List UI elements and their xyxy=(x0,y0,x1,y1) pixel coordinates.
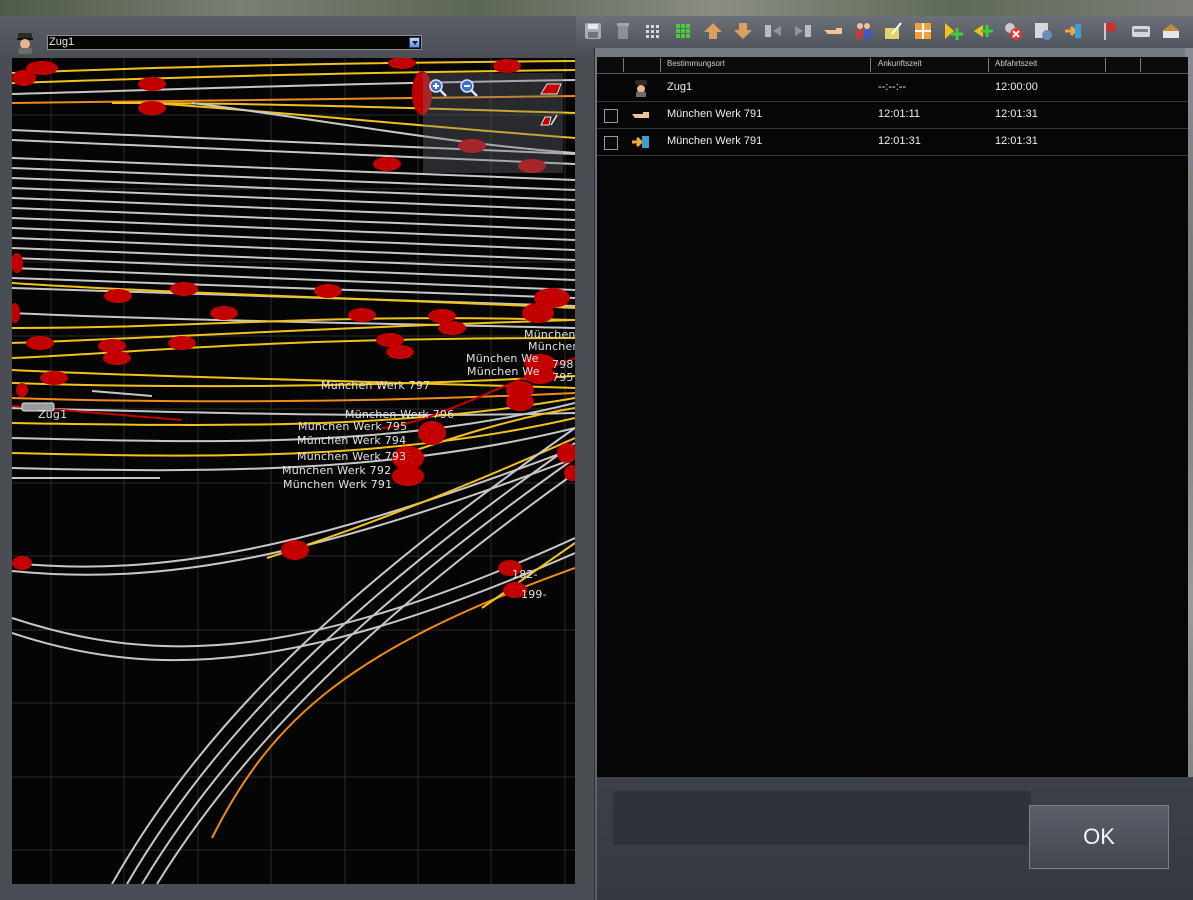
map-label: München We xyxy=(466,352,539,365)
map-label: München We xyxy=(467,365,540,378)
destination-cell: Zug1 xyxy=(667,81,693,93)
expand-icon[interactable] xyxy=(912,20,934,42)
header-arrival[interactable]: Ankunftszeit xyxy=(878,59,922,68)
zoom-in-icon[interactable] xyxy=(428,78,448,98)
chevron-down-icon[interactable] xyxy=(409,37,420,48)
align-right-icon[interactable] xyxy=(792,20,814,42)
table-row[interactable]: München Werk 791 12:01:31 12:01:31 xyxy=(597,129,1188,156)
map-label: München Werk 791 xyxy=(283,478,393,491)
header-separator xyxy=(988,58,989,72)
align-left-icon[interactable] xyxy=(762,20,784,42)
header-destination[interactable]: Bestimmungsort xyxy=(667,59,725,68)
draw-route-icon[interactable] xyxy=(539,109,559,129)
table-header: Bestimmungsort Ankunftszeit Abfahrtszeit xyxy=(597,57,1188,74)
arrow-into-icon xyxy=(632,136,649,148)
departure-cell: 12:01:31 xyxy=(995,108,1038,120)
map-header: Zug1 xyxy=(0,16,594,58)
driver-icon xyxy=(635,80,647,97)
track-map[interactable]: München München München We München We 79… xyxy=(12,58,575,884)
table-row[interactable]: München Werk 791 12:01:11 12:01:31 xyxy=(597,102,1188,129)
map-label: München Werk 794 xyxy=(297,434,407,447)
header-separator xyxy=(1105,58,1106,72)
row-checkbox[interactable] xyxy=(604,136,618,150)
map-label: München Werk 797 xyxy=(321,379,431,392)
map-tools xyxy=(423,73,563,173)
add-waypoint-icon[interactable] xyxy=(942,20,964,42)
map-panel: Zug1 München München München We München … xyxy=(0,16,595,900)
zoom-out-icon[interactable] xyxy=(459,78,479,98)
train-select-value: Zug1 xyxy=(49,36,75,48)
arrival-cell: --:--:-- xyxy=(878,81,907,93)
map-label: München Werk 795 xyxy=(298,420,408,433)
flag-icon[interactable] xyxy=(1100,20,1122,42)
departure-cell: 12:00:00 xyxy=(995,81,1038,93)
exit-icon[interactable] xyxy=(1062,20,1084,42)
header-separator xyxy=(870,58,871,72)
pointing-hand-icon xyxy=(632,112,649,118)
station-icon[interactable] xyxy=(1160,20,1182,42)
passengers-icon[interactable] xyxy=(852,20,874,42)
save-icon[interactable] xyxy=(582,20,604,42)
delete-icon[interactable] xyxy=(612,20,634,42)
destination-cell: München Werk 791 xyxy=(667,108,763,120)
edit-schedule-icon[interactable] xyxy=(882,20,904,42)
arrival-cell: 12:01:31 xyxy=(878,135,921,147)
remove-icon[interactable] xyxy=(1002,20,1024,42)
grid-large-icon[interactable] xyxy=(672,20,694,42)
world-horizon xyxy=(0,0,1193,16)
schedule-table: Bestimmungsort Ankunftszeit Abfahrtszeit… xyxy=(597,57,1188,777)
header-departure[interactable]: Abfahrtszeit xyxy=(995,59,1037,68)
train-driver-icon xyxy=(17,33,33,54)
pointing-hand-icon[interactable] xyxy=(822,20,844,42)
map-label: 182- xyxy=(512,568,538,581)
map-label: 798 xyxy=(552,358,574,371)
departure-cell: 12:01:31 xyxy=(995,135,1038,147)
arrival-cell: 12:01:11 xyxy=(878,108,921,120)
header-separator xyxy=(660,58,661,72)
move-up-icon[interactable] xyxy=(702,20,724,42)
map-label: 199- xyxy=(521,588,547,601)
toolbar xyxy=(576,16,1193,48)
ok-button[interactable]: OK xyxy=(1029,805,1169,869)
move-down-icon[interactable] xyxy=(732,20,754,42)
table-row[interactable]: Zug1 --:--:-- 12:00:00 xyxy=(597,75,1188,102)
map-label: München Werk 792 xyxy=(282,464,392,477)
train-marker-label: Zug1 xyxy=(38,408,68,421)
wagon-icon[interactable] xyxy=(1130,20,1152,42)
eraser-icon[interactable] xyxy=(539,79,563,99)
train-select[interactable]: Zug1 xyxy=(47,35,422,50)
destination-cell: München Werk 791 xyxy=(667,135,763,147)
header-separator xyxy=(623,58,624,72)
settings-icon[interactable] xyxy=(1032,20,1054,42)
add-yellow-icon[interactable] xyxy=(972,20,994,42)
grid-small-icon[interactable] xyxy=(642,20,664,42)
footer-panel xyxy=(613,791,1031,845)
header-separator xyxy=(1140,58,1141,72)
map-label: 795 xyxy=(552,371,574,384)
row-checkbox[interactable] xyxy=(604,109,618,123)
map-label: München Werk 793 xyxy=(297,450,407,463)
